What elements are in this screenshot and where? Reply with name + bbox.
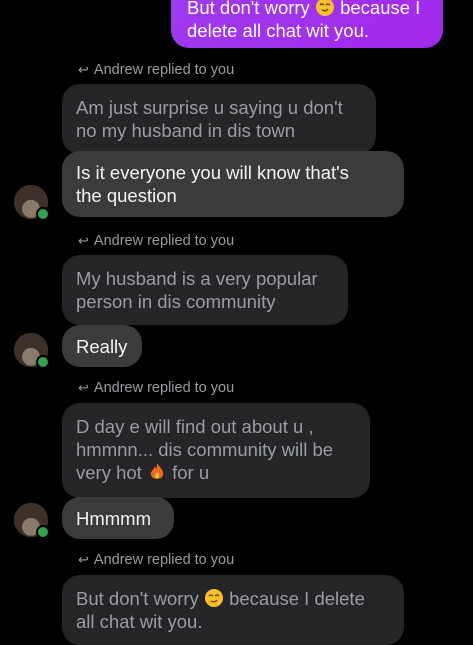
reply-indicator: ↩ Andrew replied to you	[78, 62, 234, 78]
quoted-line: no my husband in dis town	[76, 120, 296, 141]
reply-indicator: ↩ Andrew replied to you	[78, 233, 234, 249]
reply-arrow-icon: ↩	[78, 233, 89, 248]
reply-indicator-label: Andrew replied to you	[93, 380, 235, 396]
reply-indicator-label: Andrew replied to you	[93, 552, 235, 568]
reply-indicator-label: Andrew replied to you	[93, 62, 235, 78]
smirk-emoji-icon	[204, 589, 223, 607]
online-status-dot	[36, 207, 50, 221]
online-status-dot	[36, 355, 50, 369]
message-line: Really	[76, 336, 128, 357]
sent-message-text-part2: because I	[340, 0, 421, 18]
quoted-line: for u	[172, 462, 210, 483]
fire-emoji-icon	[150, 463, 164, 479]
sent-message-bubble[interactable]: But don't worry because I delete all cha…	[171, 0, 443, 48]
received-message-bubble[interactable]: Is it everyone you will know that's the …	[62, 151, 404, 217]
quoted-line: hmmnn... dis community will be	[76, 439, 334, 460]
message-line: Hmmmm	[76, 508, 152, 529]
message-line: Is it everyone you will know that's	[76, 162, 349, 183]
quoted-message[interactable]: D day e will find out about u , hmmnn...…	[62, 403, 370, 498]
reply-indicator-label: Andrew replied to you	[93, 233, 235, 249]
reply-arrow-icon: ↩	[78, 380, 89, 395]
smirk-emoji-icon	[315, 0, 334, 16]
sent-message-text-line2: delete all chat wit you.	[187, 20, 370, 41]
reply-indicator: ↩ Andrew replied to you	[78, 552, 234, 568]
online-status-dot	[36, 525, 50, 539]
sent-message-text-part1: But don't worry	[187, 0, 310, 18]
message-line: the question	[76, 185, 177, 206]
reply-indicator: ↩ Andrew replied to you	[78, 380, 234, 396]
reply-arrow-icon: ↩	[78, 552, 89, 567]
quoted-message[interactable]: My husband is a very popular person in d…	[62, 255, 348, 325]
quoted-line: D day e will find out about u ,	[76, 416, 314, 437]
quoted-message[interactable]: But don't worry because I delete all cha…	[62, 575, 404, 645]
quoted-line: person in dis community	[76, 291, 276, 312]
quoted-line: My husband is a very popular	[76, 268, 318, 289]
quoted-line: because I delete	[229, 588, 365, 609]
received-message-bubble[interactable]: Hmmmm	[62, 497, 174, 539]
received-message-bubble[interactable]: Really	[62, 325, 142, 367]
reply-arrow-icon: ↩	[78, 62, 89, 77]
quoted-line: very hot	[76, 462, 142, 483]
quoted-line: But don't worry	[76, 588, 199, 609]
quoted-line: Am just surprise u saying u don't	[76, 97, 343, 118]
quoted-message[interactable]: Am just surprise u saying u don't no my …	[62, 84, 376, 154]
